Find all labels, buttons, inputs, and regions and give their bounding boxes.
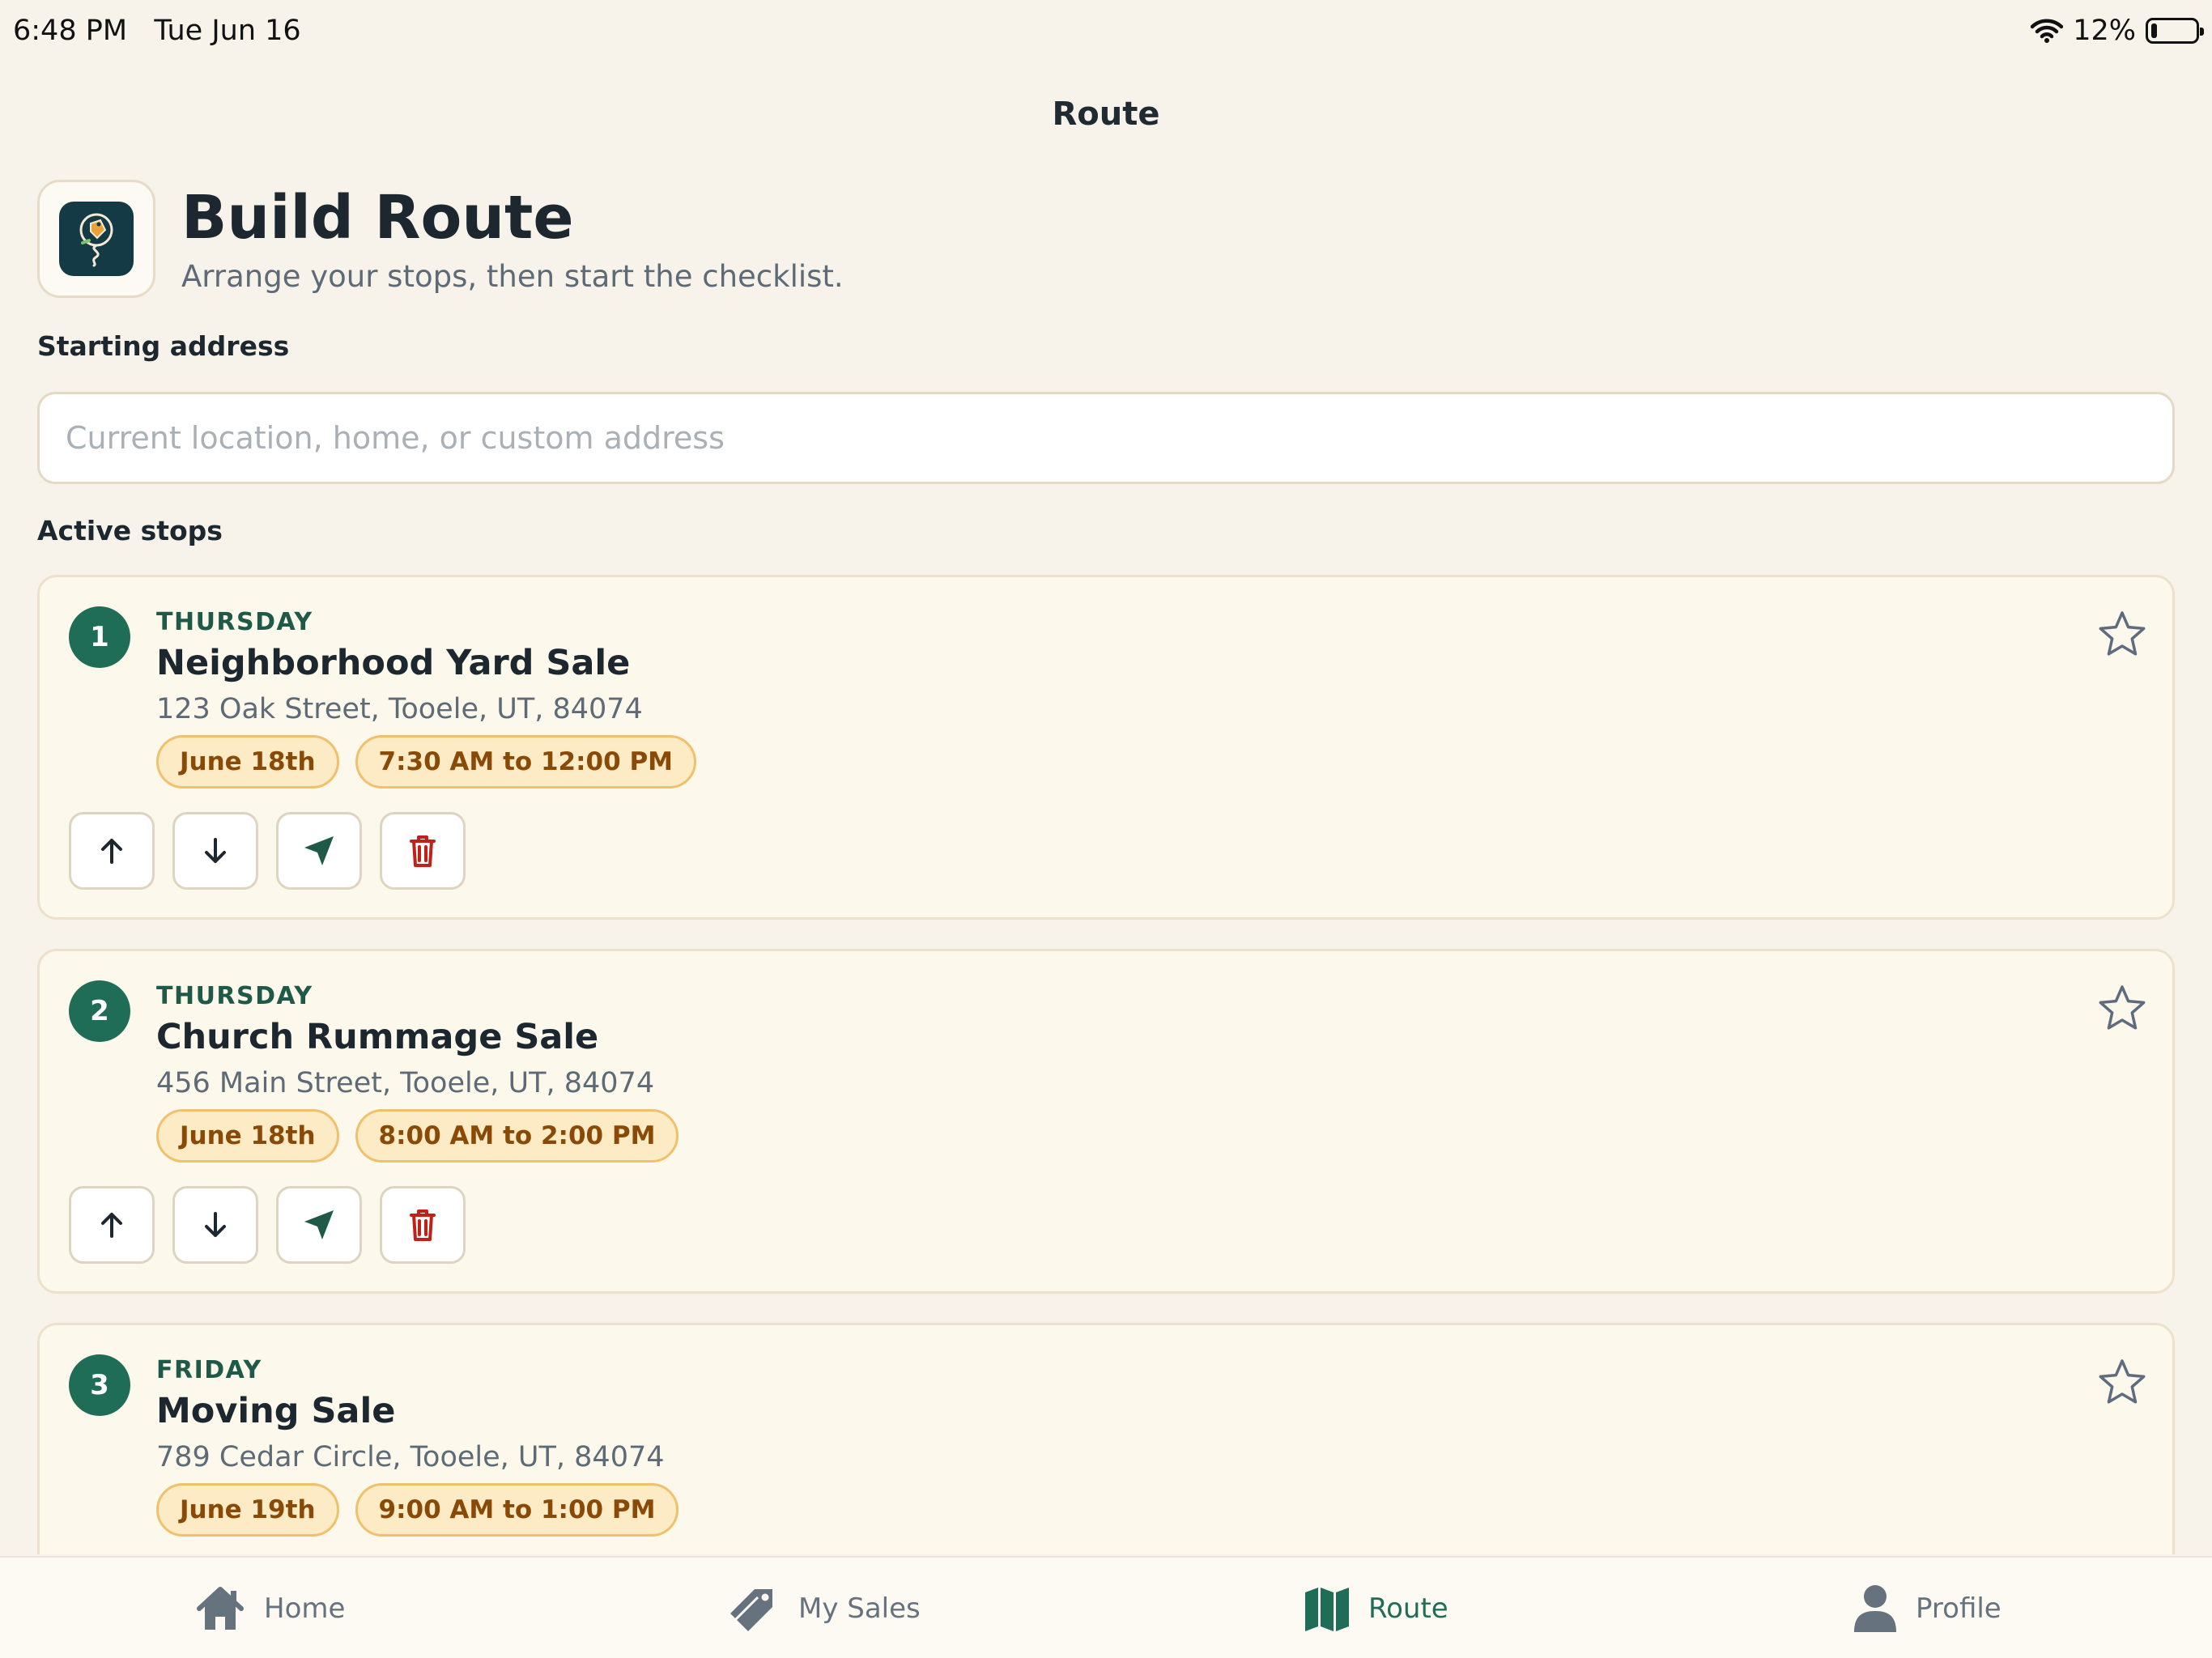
stop-day: FRIDAY: [156, 1356, 262, 1384]
active-stops-label: Active stops: [37, 515, 223, 546]
stop-date-chip: June 18th: [156, 1109, 339, 1163]
stop-name: Neighborhood Yard Sale: [156, 643, 631, 683]
tab-route[interactable]: Route: [1304, 1580, 1448, 1637]
tag-icon: [730, 1589, 772, 1631]
stop-card: 2 THURSDAY Church Rummage Sale 456 Main …: [37, 949, 2175, 1294]
wifi-icon: [2031, 19, 2064, 43]
trash-icon: [410, 835, 436, 867]
status-right: 12%: [2031, 15, 2204, 47]
tab-route-label: Route: [1368, 1592, 1448, 1625]
app-logo: [37, 180, 155, 298]
stop-time-chip: 8:00 AM to 2:00 PM: [355, 1109, 679, 1163]
status-time: 6:48 PM Tue Jun 16: [13, 15, 301, 47]
favorite-star-icon[interactable]: [2096, 982, 2148, 1034]
navigate-button[interactable]: [276, 812, 362, 890]
move-up-button[interactable]: [69, 1186, 155, 1264]
arrow-down-icon: [205, 1212, 226, 1237]
stops-list: 1 THURSDAY Neighborhood Yard Sale 123 Oa…: [37, 575, 2175, 1554]
status-bar: 6:48 PM Tue Jun 16 12%: [0, 0, 2212, 65]
navigation-arrow-icon: [304, 1210, 334, 1239]
stop-day: THURSDAY: [156, 982, 313, 1010]
starting-address-input[interactable]: [37, 392, 2175, 484]
stop-name: Church Rummage Sale: [156, 1017, 599, 1057]
stop-number-badge: 3: [69, 1354, 130, 1416]
stop-address: 123 Oak Street, Tooele, UT, 84074: [156, 693, 643, 725]
starting-address-label: Starting address: [37, 330, 290, 362]
delete-stop-button[interactable]: [380, 812, 466, 890]
arrow-down-icon: [205, 838, 226, 863]
trash-icon: [410, 1209, 436, 1241]
stop-time-chip: 7:30 AM to 12:00 PM: [355, 735, 697, 789]
stop-time-chip: 9:00 AM to 1:00 PM: [355, 1483, 679, 1537]
tab-bar: Home My Sales Route Profile: [0, 1556, 2212, 1658]
move-down-button[interactable]: [172, 812, 258, 890]
stop-date-chip: June 18th: [156, 735, 339, 789]
battery-percent: 12%: [2073, 15, 2136, 47]
tab-home-label: Home: [264, 1592, 346, 1625]
stop-date-chip: June 19th: [156, 1483, 339, 1537]
stop-address: 456 Main Street, Tooele, UT, 84074: [156, 1067, 655, 1099]
tab-home[interactable]: Home: [194, 1580, 345, 1637]
navigate-button[interactable]: [276, 1186, 362, 1264]
stop-day: THURSDAY: [156, 608, 313, 636]
favorite-star-icon[interactable]: [2096, 608, 2148, 660]
app-logo-inner: [59, 202, 134, 276]
battery-icon: [2146, 18, 2204, 44]
map-icon: [1305, 1588, 1349, 1631]
tab-my-sales[interactable]: My Sales: [727, 1580, 921, 1637]
stop-number-badge: 2: [69, 980, 130, 1042]
stop-address: 789 Cedar Circle, Tooele, UT, 84074: [156, 1441, 665, 1473]
page-subtitle: Arrange your stops, then start the check…: [181, 259, 844, 294]
move-up-button[interactable]: [69, 812, 155, 890]
page-header: Build Route Arrange your stops, then sta…: [37, 180, 844, 298]
route-tag-logo-icon: [79, 213, 113, 267]
navigation-arrow-icon: [304, 836, 334, 865]
arrow-up-icon: [101, 839, 122, 864]
stop-card: 1 THURSDAY Neighborhood Yard Sale 123 Oa…: [37, 575, 2175, 920]
tab-my-sales-label: My Sales: [798, 1592, 921, 1625]
house-icon: [197, 1587, 244, 1630]
delete-stop-button[interactable]: [380, 1186, 466, 1264]
person-icon: [1854, 1585, 1896, 1632]
stop-card: 3 FRIDAY Moving Sale 789 Cedar Circle, T…: [37, 1323, 2175, 1554]
favorite-star-icon[interactable]: [2096, 1356, 2148, 1408]
tab-profile-label: Profile: [1916, 1592, 2001, 1625]
stop-name: Moving Sale: [156, 1391, 396, 1431]
arrow-up-icon: [101, 1213, 122, 1238]
move-down-button[interactable]: [172, 1186, 258, 1264]
stop-number-badge: 1: [69, 606, 130, 668]
nav-title: Route: [1052, 96, 1160, 133]
tab-profile[interactable]: Profile: [1853, 1580, 2001, 1637]
page-title: Build Route: [181, 183, 574, 253]
